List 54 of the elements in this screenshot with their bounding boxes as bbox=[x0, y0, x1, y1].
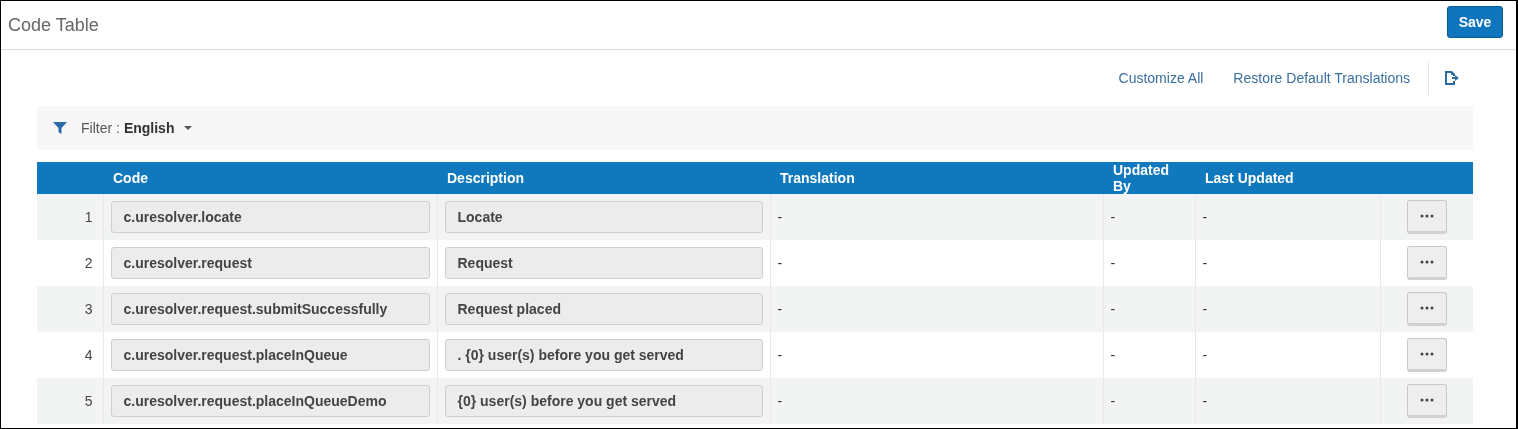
more-icon bbox=[1419, 214, 1434, 218]
description-field[interactable]: {0} user(s) before you get served bbox=[444, 385, 763, 417]
code-field[interactable]: c.uresolver.request bbox=[110, 247, 430, 279]
more-button[interactable] bbox=[1406, 246, 1447, 280]
more-icon bbox=[1419, 398, 1434, 402]
last-updated-cell: - bbox=[1202, 255, 1208, 271]
updated-by-cell: - bbox=[1110, 301, 1116, 317]
export-icon[interactable] bbox=[1443, 70, 1459, 86]
translation-cell: - bbox=[777, 255, 783, 271]
translation-cell: - bbox=[777, 209, 783, 225]
translation-cell: - bbox=[777, 393, 783, 409]
updated-by-cell: - bbox=[1110, 393, 1116, 409]
more-icon bbox=[1419, 306, 1434, 310]
filter-icon[interactable] bbox=[53, 122, 67, 134]
page-title: Code Table bbox=[8, 14, 99, 36]
language-dropdown[interactable]: English bbox=[123, 120, 193, 136]
filter-label: Filter : bbox=[81, 120, 120, 136]
description-field[interactable]: . {0} user(s) before you get served bbox=[444, 339, 763, 371]
row-number: 4 bbox=[84, 347, 93, 363]
more-icon bbox=[1419, 260, 1434, 264]
code-field[interactable]: c.uresolver.request.placeInQueueDemo bbox=[110, 385, 430, 417]
more-icon bbox=[1419, 352, 1434, 356]
updated-by-cell: - bbox=[1110, 255, 1116, 271]
description-field[interactable]: Request placed bbox=[444, 293, 763, 325]
column-header: Updated By bbox=[1113, 162, 1169, 194]
description-field[interactable]: Locate bbox=[444, 201, 763, 233]
caret-icon bbox=[184, 126, 193, 130]
translation-cell: - bbox=[777, 347, 783, 363]
code-field[interactable]: c.uresolver.locate bbox=[110, 201, 430, 233]
updated-by-cell: - bbox=[1110, 209, 1116, 225]
code-field[interactable]: c.uresolver.request.placeInQueue bbox=[110, 339, 430, 371]
column-header: Code bbox=[113, 170, 148, 186]
last-updated-cell: - bbox=[1202, 393, 1208, 409]
column-header: Last Updated bbox=[1205, 170, 1294, 186]
column-header: Description bbox=[447, 170, 524, 186]
updated-by-cell: - bbox=[1110, 347, 1116, 363]
toolbar-link[interactable]: Restore Default Translations bbox=[1233, 70, 1410, 86]
more-button[interactable] bbox=[1406, 384, 1447, 418]
description-field[interactable]: Request bbox=[444, 247, 763, 279]
more-button[interactable] bbox=[1406, 200, 1447, 234]
row-number: 2 bbox=[84, 255, 93, 271]
code-field[interactable]: c.uresolver.request.submitSuccessfully bbox=[110, 293, 430, 325]
row-number: 1 bbox=[84, 209, 93, 225]
last-updated-cell: - bbox=[1202, 301, 1208, 317]
row-number: 5 bbox=[84, 393, 93, 409]
more-button[interactable] bbox=[1406, 292, 1447, 326]
more-button[interactable] bbox=[1406, 338, 1447, 372]
toolbar-link[interactable]: Customize All bbox=[1118, 70, 1204, 86]
column-header: Translation bbox=[780, 170, 855, 186]
save-button[interactable]: Save bbox=[1447, 6, 1503, 38]
last-updated-cell: - bbox=[1202, 209, 1208, 225]
last-updated-cell: - bbox=[1202, 347, 1208, 363]
translation-cell: - bbox=[777, 301, 783, 317]
row-number: 3 bbox=[84, 301, 93, 317]
